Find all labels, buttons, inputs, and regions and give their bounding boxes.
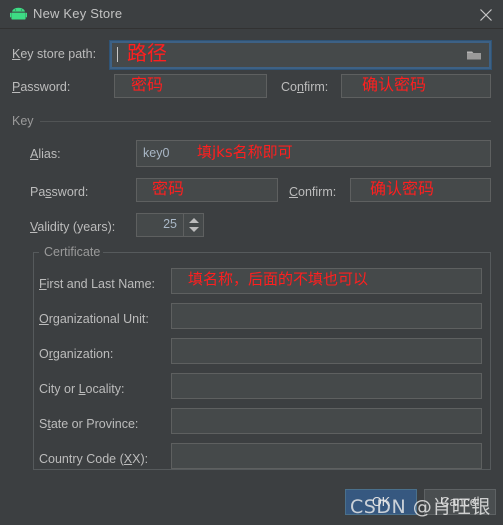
key-confirm-label-text: onfirm: <box>298 185 337 199</box>
state-or-province-input[interactable] <box>171 408 482 434</box>
organization-label-text: ganization: <box>52 347 114 361</box>
key-group-separator <box>40 121 491 122</box>
key-password-label-text: sword: <box>51 185 89 199</box>
keystore-confirm-label-text: firm: <box>303 80 329 94</box>
certificate-name-annotation: 填名称，后面的不填也可以 <box>188 270 369 288</box>
certificate-box-border-left <box>33 252 39 253</box>
keystore-password-label-text: assword: <box>20 80 71 94</box>
state-or-province-label: State or Province: <box>39 417 139 431</box>
new-key-store-dialog: New Key Store Key store path: 路径 Passwor… <box>0 0 503 525</box>
key-confirm-annotation: 确认密码 <box>370 179 435 198</box>
alias-label: Alias: <box>30 147 61 161</box>
organization-input[interactable] <box>171 338 482 364</box>
ok-button[interactable]: OK <box>345 489 417 515</box>
validity-spinner-buttons[interactable] <box>183 214 203 236</box>
organizational-unit-input[interactable] <box>171 303 482 329</box>
state-or-province-label-text: ate or Province: <box>50 417 139 431</box>
first-and-last-name-label: First and Last Name: <box>39 277 156 291</box>
key-store-path-label-text: ey store path: <box>20 47 97 61</box>
keystore-confirm-annotation: 确认密码 <box>362 75 427 94</box>
chevron-up-icon[interactable] <box>189 218 199 223</box>
alias-annotation: 填jks名称即可 <box>197 143 293 161</box>
organizational-unit-label: Organizational Unit: <box>39 312 149 326</box>
validity-stepper[interactable]: 25 <box>136 213 204 237</box>
country-code-input[interactable] <box>171 443 482 469</box>
text-caret <box>117 47 118 62</box>
country-code-label: Country Code (XX): <box>39 452 149 466</box>
keystore-confirm-label: Confirm: <box>281 80 329 94</box>
city-or-locality-input[interactable] <box>171 373 482 399</box>
first-and-last-name-label-text: irst and Last Name: <box>46 277 156 291</box>
key-password-label: Password: <box>30 185 89 199</box>
key-store-path-label: Key store path: <box>12 47 97 61</box>
close-icon[interactable] <box>475 4 497 26</box>
key-confirm-label: Confirm: <box>289 185 337 199</box>
alias-value: key0 <box>143 146 170 160</box>
alias-input[interactable]: key0 <box>136 140 491 167</box>
validity-label-text: alidity (years): <box>37 220 116 234</box>
certificate-box-border-right <box>95 252 491 253</box>
country-code-label-text: X): <box>132 452 149 466</box>
chevron-down-icon[interactable] <box>189 227 199 232</box>
alias-label-text: lias: <box>38 147 61 161</box>
city-or-locality-label: City or Locality: <box>39 382 125 396</box>
organizational-unit-label-text: rganizational Unit: <box>48 312 149 326</box>
key-password-annotation: 密码 <box>152 179 185 198</box>
key-store-path-annotation: 路径 <box>127 41 167 65</box>
validity-label: Validity (years): <box>30 220 116 234</box>
cancel-button[interactable]: Cancel <box>424 489 496 515</box>
key-group-label: Key <box>12 114 34 128</box>
window-title: New Key Store <box>33 6 123 21</box>
keystore-password-label: Password: <box>12 80 71 94</box>
validity-value: 25 <box>163 217 177 231</box>
android-robot-icon <box>9 7 28 22</box>
title-bar: New Key Store <box>0 0 503 29</box>
key-store-path-input[interactable] <box>109 40 492 70</box>
keystore-password-annotation: 密码 <box>131 75 164 94</box>
certificate-group-label: Certificate <box>41 245 104 259</box>
organization-label: Organization: <box>39 347 114 361</box>
city-or-locality-label-text: ocality: <box>85 382 125 396</box>
folder-icon[interactable] <box>466 48 482 67</box>
